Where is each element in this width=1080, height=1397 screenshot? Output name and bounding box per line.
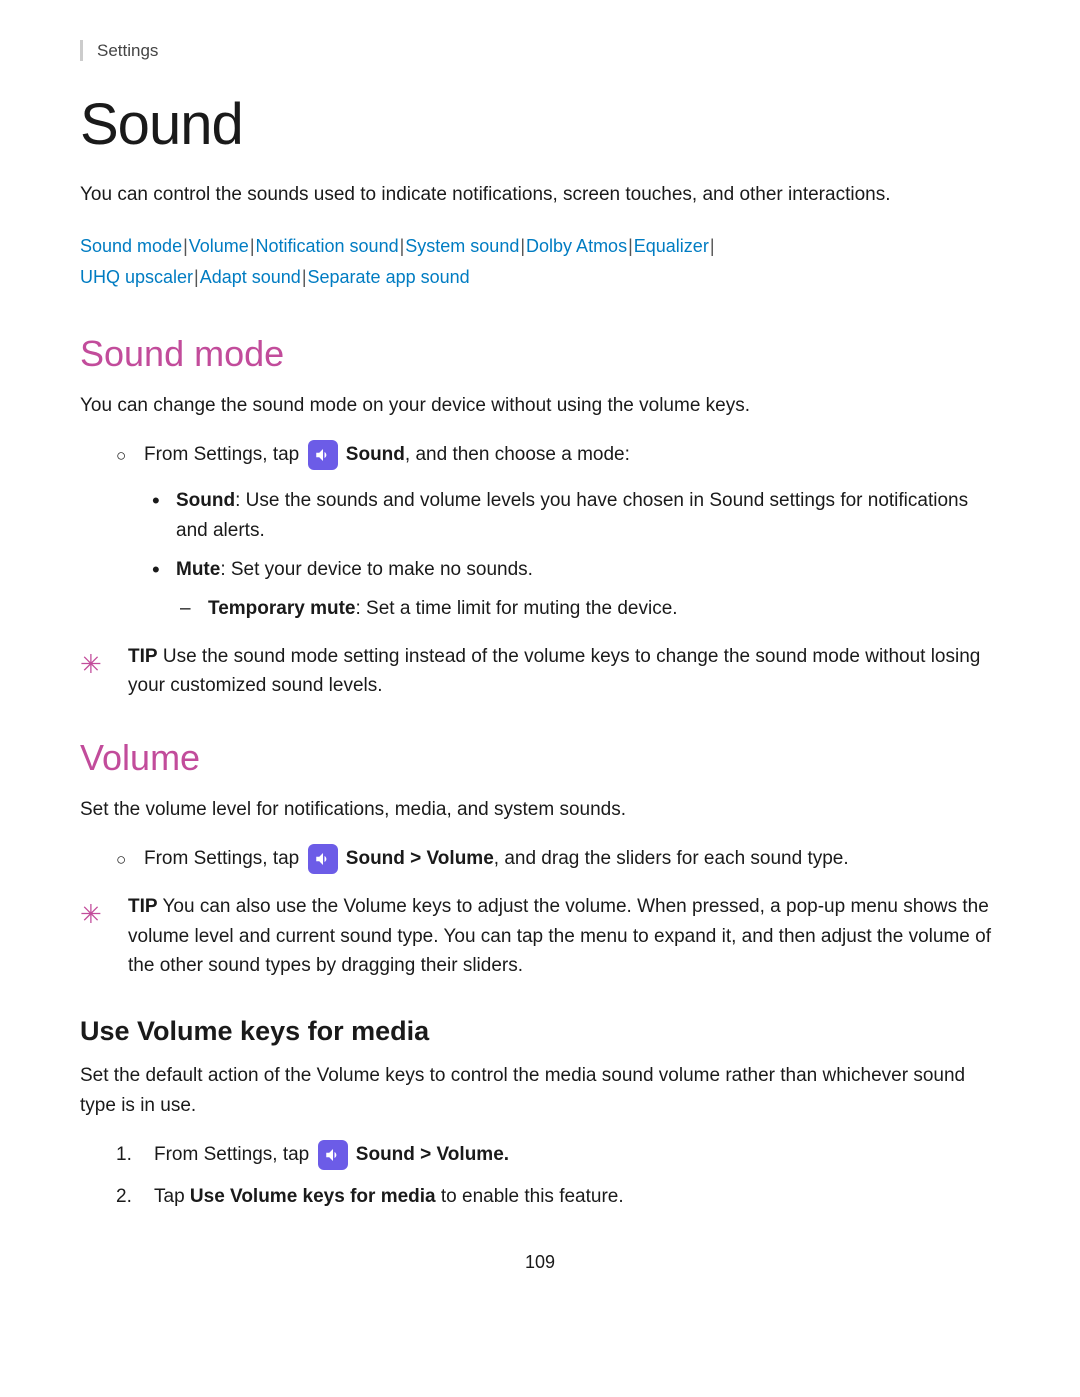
volume-tip: ✳ TIP You can also use the Volume keys t… [80,892,1000,980]
use-volume-step-1: 1. From Settings, tap Sound > Volume. [116,1140,1000,1170]
sound-icon-2 [308,844,338,874]
sound-mode-bullet-outer: ○ From Settings, tap Sound, and then cho… [116,440,1000,470]
page-title: Sound [80,91,1000,158]
sound-mode-mute-text: Mute: Set your device to make no sounds. [176,555,533,584]
sound-mode-tip-text: TIP Use the sound mode setting instead o… [128,642,1000,701]
nav-link-equalizer[interactable]: Equalizer [634,236,709,256]
sound-mode-bullet-sound: • Sound: Use the sounds and volume level… [152,486,1000,545]
sound-mode-title: Sound mode [80,333,1000,375]
nav-link-sound-mode[interactable]: Sound mode [80,236,182,256]
bullet-circle-icon-2: ○ [116,847,134,873]
volume-desc: Set the volume level for notifications, … [80,795,1000,824]
volume-section: Volume Set the volume level for notifica… [80,737,1000,981]
volume-outer-text: From Settings, tap Sound > Volume, and d… [144,844,849,874]
step-number-2: 2. [116,1182,144,1211]
bullet-circle-icon: ○ [116,443,134,469]
sound-mode-tip: ✳ TIP Use the sound mode setting instead… [80,642,1000,701]
sound-icon-3 [318,1140,348,1170]
step-1-text: From Settings, tap Sound > Volume. [154,1140,509,1170]
step-2-text: Tap Use Volume keys for media to enable … [154,1182,624,1211]
breadcrumb-label: Settings [97,41,158,60]
nav-link-volume[interactable]: Volume [189,236,249,256]
use-volume-title: Use Volume keys for media [80,1016,1000,1047]
page-number: 109 [80,1252,1000,1273]
volume-title: Volume [80,737,1000,779]
use-volume-steps: 1. From Settings, tap Sound > Volume. 2.… [116,1140,1000,1211]
nav-links: Sound mode|Volume|Notification sound|Sys… [80,231,1000,292]
volume-tip-text: TIP You can also use the Volume keys to … [128,892,1000,980]
sound-mode-desc: You can change the sound mode on your de… [80,391,1000,420]
nav-link-system-sound[interactable]: System sound [405,236,519,256]
use-volume-desc: Set the default action of the Volume key… [80,1061,1000,1120]
nav-link-separate-app-sound[interactable]: Separate app sound [308,267,470,287]
sound-icon-1 [308,440,338,470]
use-volume-section: Use Volume keys for media Set the defaul… [80,1016,1000,1211]
bullet-dot-icon-2: • [152,559,166,581]
step-number-1: 1. [116,1140,144,1169]
sound-mode-temp-mute-text: Temporary mute: Set a time limit for mut… [208,594,678,623]
use-volume-step-2: 2. Tap Use Volume keys for media to enab… [116,1182,1000,1211]
tip-sun-icon: ✳ [80,644,114,684]
breadcrumb: Settings [80,40,1000,61]
nav-link-adapt-sound[interactable]: Adapt sound [200,267,301,287]
sound-mode-outer-text: From Settings, tap Sound, and then choos… [144,440,630,470]
sound-mode-bullet-temp-mute: – Temporary mute: Set a time limit for m… [180,594,1000,623]
bullet-dot-icon: • [152,490,166,512]
nav-link-notification-sound[interactable]: Notification sound [256,236,399,256]
bullet-dash-icon: – [180,594,198,623]
sound-mode-sound-text: Sound: Use the sounds and volume levels … [176,486,1000,545]
nav-link-dolby-atmos[interactable]: Dolby Atmos [526,236,627,256]
sound-mode-bullet-mute: • Mute: Set your device to make no sound… [152,555,1000,584]
intro-text: You can control the sounds used to indic… [80,180,1000,209]
tip-sun-icon-2: ✳ [80,894,114,934]
nav-link-uhq-upscaler[interactable]: UHQ upscaler [80,267,193,287]
volume-bullet-outer: ○ From Settings, tap Sound > Volume, and… [116,844,1000,874]
sound-mode-section: Sound mode You can change the sound mode… [80,333,1000,701]
